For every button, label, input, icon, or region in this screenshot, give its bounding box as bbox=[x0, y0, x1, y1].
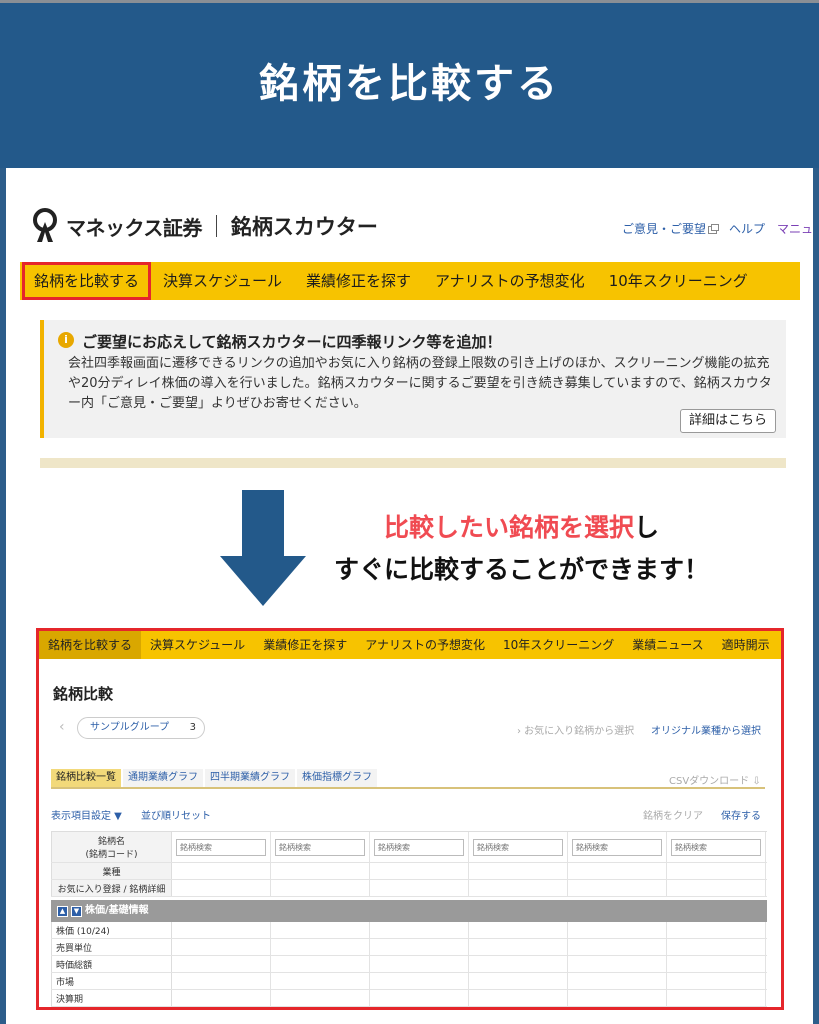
comparison-screenshot: 銘柄を比較する 決算スケジュール 業績修正を探す アナリストの予想変化 10年ス… bbox=[36, 628, 784, 1010]
row-label-market: 市場 bbox=[51, 973, 172, 989]
snav-screening[interactable]: 10年スクリーニング bbox=[494, 631, 623, 659]
fav-select-link[interactable]: › お気に入り銘柄から選択 bbox=[517, 722, 634, 737]
monex-logo-icon bbox=[30, 208, 60, 244]
display-settings-button[interactable]: 表示項目設定 ▼ bbox=[51, 807, 122, 822]
logo[interactable]: マネックス証券 銘柄スカウター bbox=[30, 208, 378, 244]
group-count: 3 bbox=[189, 722, 196, 733]
row-label-unit: 売買単位 bbox=[51, 939, 172, 955]
snav-disclosure[interactable]: 適時開示 bbox=[713, 631, 779, 659]
snav-compare[interactable]: 銘柄を比較する bbox=[39, 631, 142, 659]
stock-search-input-5[interactable] bbox=[572, 838, 662, 856]
row-label-fiscal: 決算期 bbox=[51, 990, 172, 1006]
group-label: サンプルグループ bbox=[90, 722, 170, 733]
product-name: 銘柄スカウター bbox=[230, 215, 378, 239]
table-row: 売買単位 bbox=[51, 939, 767, 956]
stock-search-input-2[interactable] bbox=[275, 838, 365, 856]
table-row: 決算期 bbox=[51, 990, 767, 1007]
nav-compare-stocks[interactable]: 銘柄を比較する bbox=[22, 262, 152, 300]
info-icon: i bbox=[58, 332, 74, 348]
table-row: 市場 bbox=[51, 973, 767, 990]
banner: 銘柄を比較する bbox=[0, 0, 819, 168]
chevron-left-icon[interactable]: ‹ bbox=[59, 719, 65, 735]
code-label: (銘柄コード) bbox=[85, 850, 138, 860]
snav-analyst[interactable]: アナリストの予想変化 bbox=[356, 631, 494, 659]
stock-search-input-3[interactable] bbox=[374, 838, 464, 856]
comparison-tabs: 銘柄比較一覧 通期業績グラフ 四半期業績グラフ 株価指標グラフ bbox=[51, 769, 765, 789]
details-button[interactable]: 詳細はこちら bbox=[679, 409, 776, 433]
caption-line-1: 比較したい銘柄を選択し bbox=[384, 513, 660, 542]
snav-revision[interactable]: 業績修正を探す bbox=[254, 631, 356, 659]
table-row: 銘柄名 (銘柄コード) bbox=[51, 831, 767, 863]
expand-up-icon[interactable]: ▲ bbox=[57, 905, 68, 917]
stock-search-input-6[interactable] bbox=[671, 838, 761, 856]
external-window-icon bbox=[707, 223, 719, 234]
snav-schedule[interactable]: 決算スケジュール bbox=[141, 631, 254, 659]
feedback-link[interactable]: ご意見・ご要望 bbox=[622, 220, 719, 237]
nav-analyst-forecast[interactable]: アナリストの予想変化 bbox=[423, 262, 597, 300]
section-header: ▲ ▼ 株価/基礎情報 bbox=[51, 900, 767, 922]
notice-title: ご要望にお応えして銘柄スカウターに四季報リンク等を追加！ bbox=[82, 333, 502, 351]
comparison-table: 銘柄名 (銘柄コード) 業種 お気に入り登録 / 銘柄詳細 ▲ ▼ bbox=[51, 831, 767, 1007]
sort-reset-button[interactable]: 並び順リセット bbox=[141, 807, 211, 822]
logo-divider bbox=[215, 215, 217, 237]
tab-quarterly-graph[interactable]: 四半期業績グラフ bbox=[205, 769, 295, 787]
collapse-down-icon[interactable]: ▼ bbox=[71, 905, 82, 917]
csv-download-button[interactable]: CSVダウンロード ⇩ bbox=[669, 772, 761, 787]
comparison-title: 銘柄比較 bbox=[53, 685, 114, 703]
row-label-market-cap: 時価総額 bbox=[51, 956, 172, 972]
nav-10yr-screening[interactable]: 10年スクリーニング bbox=[597, 262, 760, 300]
table-row: 株価 (10/24) bbox=[51, 922, 767, 939]
caption-line-2: すぐに比較することができます！ bbox=[334, 555, 710, 584]
snav-news[interactable]: 業績ニュース bbox=[623, 631, 712, 659]
table-row: 業種 bbox=[51, 863, 767, 880]
original-industry-link[interactable]: オリジナル業種から選択 bbox=[651, 722, 761, 737]
section-title: 株価/基礎情報 bbox=[85, 905, 149, 916]
tab-annual-graph[interactable]: 通期業績グラフ bbox=[123, 769, 203, 787]
nav-earnings-revision[interactable]: 業績修正を探す bbox=[294, 262, 423, 300]
tab-valuation-graph[interactable]: 株価指標グラフ bbox=[297, 769, 377, 787]
table-row: 時価総額 bbox=[51, 956, 767, 973]
notice-body: 会社四季報画面に遷移できるリンクの追加やお気に入り銘柄の登録上限数の引き上げのほ… bbox=[68, 356, 772, 411]
notice-box: i ご要望にお応えして銘柄スカウターに四季報リンク等を追加！ 会社四季報画面に遷… bbox=[40, 320, 786, 438]
help-link[interactable]: ヘルプ bbox=[729, 220, 765, 237]
brand-name: マネックス証券 bbox=[66, 215, 202, 240]
header-links: ご意見・ご要望 ヘルプ マニュ bbox=[622, 220, 813, 237]
stock-search-input-1[interactable] bbox=[176, 838, 266, 856]
nav-earnings-schedule[interactable]: 決算スケジュール bbox=[151, 262, 294, 300]
divider-bar bbox=[40, 458, 786, 468]
fav-label: お気に入り登録 / 銘柄詳細 bbox=[51, 880, 172, 896]
clear-stocks-button[interactable]: 銘柄をクリア bbox=[643, 807, 703, 822]
save-button[interactable]: 保存する bbox=[721, 807, 761, 822]
manual-link[interactable]: マニュ bbox=[777, 220, 813, 237]
row-label-price: 株価 (10/24) bbox=[51, 922, 172, 938]
down-arrow-icon bbox=[220, 490, 306, 608]
group-selector[interactable]: サンプルグループ 3 bbox=[77, 717, 205, 739]
tab-comparison-list[interactable]: 銘柄比較一覧 bbox=[51, 769, 121, 787]
table-row: お気に入り登録 / 銘柄詳細 bbox=[51, 880, 767, 897]
banner-title: 銘柄を比較する bbox=[259, 61, 560, 107]
screenshot-navigation: 銘柄を比較する 決算スケジュール 業績修正を探す アナリストの予想変化 10年ス… bbox=[39, 631, 781, 659]
name-label: 銘柄名 bbox=[97, 837, 125, 847]
content-panel: マネックス証券 銘柄スカウター ご意見・ご要望 ヘルプ マニュ 銘柄を比較する … bbox=[6, 168, 813, 1024]
stock-search-input-4[interactable] bbox=[473, 838, 563, 856]
industry-label: 業種 bbox=[51, 863, 172, 879]
top-navigation: 銘柄を比較する 決算スケジュール 業績修正を探す アナリストの予想変化 10年ス… bbox=[20, 262, 800, 300]
